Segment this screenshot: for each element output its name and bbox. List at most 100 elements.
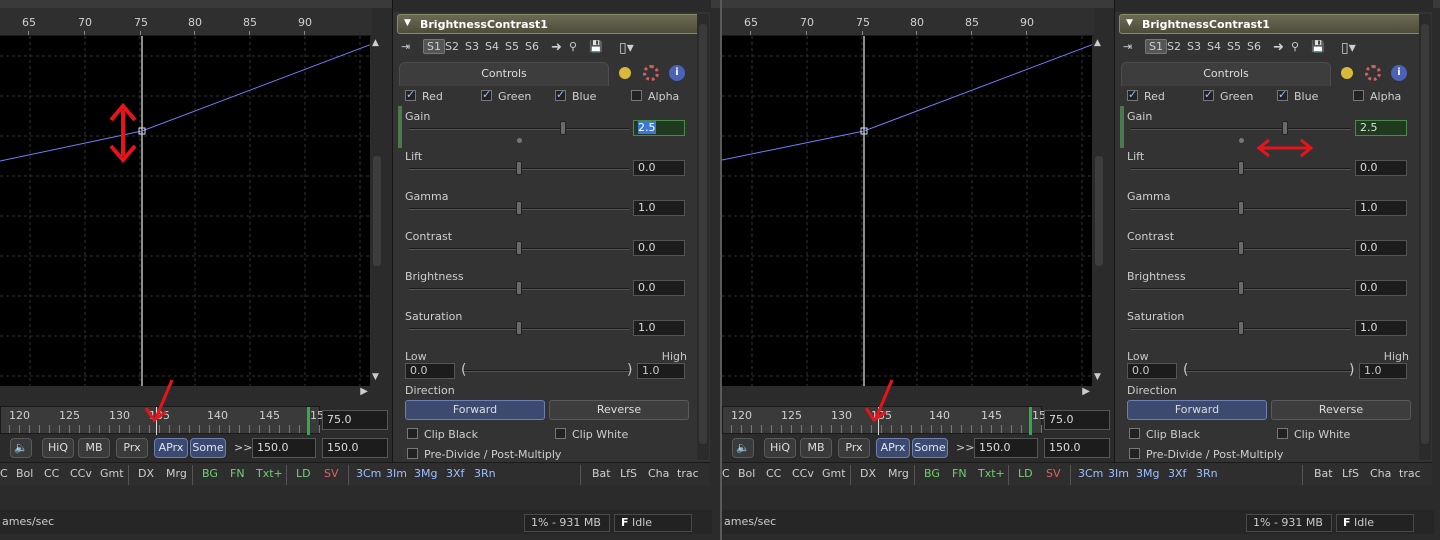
scroll-thumb[interactable] [1421, 24, 1429, 444]
save-icon[interactable]: 💾 [1311, 40, 1325, 53]
mb-button[interactable]: MB [78, 438, 110, 458]
param-value-field[interactable]: 1.0 [1355, 320, 1407, 336]
slider-knob[interactable] [1238, 241, 1244, 255]
version-slot[interactable]: S6 [525, 40, 539, 53]
some-button[interactable]: Some [912, 438, 948, 458]
scroll-down-icon[interactable]: ▼ [372, 372, 379, 382]
blue-checkbox[interactable]: Blue [1277, 88, 1318, 103]
info-icon[interactable]: i [669, 65, 685, 81]
scroll-thumb[interactable] [373, 156, 381, 266]
scroll-thumb[interactable] [1095, 156, 1103, 266]
toolbar-item[interactable]: 3Xf [446, 467, 464, 480]
slider-knob[interactable] [1238, 161, 1244, 175]
arrows-label[interactable]: >> [956, 441, 974, 454]
prx-button[interactable]: Prx [116, 438, 148, 458]
high-value-field[interactable]: 1.0 [1359, 363, 1407, 379]
toolbar-item[interactable]: CCv [70, 467, 92, 480]
hiq-button[interactable]: HiQ [42, 438, 74, 458]
graph-vscroll[interactable]: ▲ ▼ [370, 36, 384, 386]
radioactive-icon[interactable] [617, 65, 633, 81]
collapse-triangle-icon[interactable]: ▼ [1126, 18, 1133, 28]
version-slot[interactable]: S5 [1227, 40, 1241, 53]
toolbar-item[interactable]: Txt+ [256, 467, 283, 480]
high-value-field[interactable]: 1.0 [637, 363, 685, 379]
toolbar-item[interactable]: DX [860, 467, 876, 480]
param-value-field[interactable]: 2.5 [633, 120, 685, 136]
low-value-field[interactable]: 0.0 [405, 363, 455, 379]
toolbar-item[interactable]: CC [44, 467, 59, 480]
green-checkbox[interactable]: Green [1203, 88, 1253, 103]
param-value-field[interactable]: 1.0 [633, 320, 685, 336]
toolbar-item[interactable]: trac [677, 467, 699, 480]
render-end-marker[interactable] [1029, 407, 1032, 435]
toolbar-item[interactable]: BG [202, 467, 218, 480]
slider-knob[interactable] [1238, 281, 1244, 295]
forward-button[interactable]: Forward [1127, 400, 1267, 420]
toolbar-item[interactable]: Bol [16, 467, 33, 480]
slider-knob[interactable] [516, 201, 522, 215]
tab-controls[interactable]: Controls [1121, 62, 1331, 86]
range-track[interactable] [463, 370, 631, 372]
version-slot[interactable]: S4 [485, 40, 499, 53]
version-slot[interactable]: S3 [465, 40, 479, 53]
version-slot[interactable]: S1 [1145, 39, 1167, 54]
version-slot[interactable]: S5 [505, 40, 519, 53]
graph-hscroll[interactable]: ▶ [0, 386, 370, 400]
info-icon[interactable]: i [1391, 65, 1407, 81]
version-slot[interactable]: S1 [423, 39, 445, 54]
mb-button[interactable]: MB [800, 438, 832, 458]
gear-icon[interactable] [1365, 65, 1381, 81]
current-frame-field[interactable]: 75.0 [322, 410, 388, 430]
version-slot[interactable]: S2 [445, 40, 459, 53]
clip-white-checkbox[interactable]: Clip White [1277, 428, 1350, 441]
toolbar-item[interactable]: 3Xf [1168, 467, 1186, 480]
render-end-marker[interactable] [307, 407, 310, 435]
spline-graph[interactable] [722, 36, 1092, 386]
toolbar-item[interactable]: LD [296, 467, 311, 480]
graph-hscroll[interactable]: ▶ [722, 386, 1092, 400]
arrows-label[interactable]: >> [234, 441, 252, 454]
clip-black-checkbox[interactable]: Clip Black [407, 428, 478, 441]
toolbar-item[interactable]: LfS [1342, 467, 1359, 480]
audio-button[interactable]: 🔈 [10, 438, 32, 458]
swatch-icon[interactable]: ▯▾ [619, 40, 634, 56]
range-high-handle[interactable]: ) [627, 362, 632, 378]
collapse-triangle-icon[interactable]: ▼ [404, 18, 411, 28]
global-end-field[interactable]: 150.0 [1044, 438, 1110, 458]
swatch-icon[interactable]: ▯▾ [1341, 40, 1356, 56]
version-slot[interactable]: S6 [1247, 40, 1261, 53]
reverse-button[interactable]: Reverse [549, 400, 689, 420]
param-value-field[interactable]: 0.0 [1355, 160, 1407, 176]
toolbar-item[interactable]: FN [952, 467, 967, 480]
premultiply-checkbox[interactable]: Pre-Divide / Post-Multiply [407, 448, 561, 461]
toolbar-item[interactable]: Cha [648, 467, 669, 480]
arrow-icon[interactable]: ➜ [551, 40, 562, 55]
toolbar-item[interactable]: Cha [1370, 467, 1391, 480]
toolbar-item[interactable]: 3Im [386, 467, 407, 480]
version-slot[interactable]: S3 [1187, 40, 1201, 53]
toolbar-item[interactable]: LD [1018, 467, 1033, 480]
spline-graph[interactable] [0, 36, 370, 386]
param-value-field[interactable]: 0.0 [1355, 240, 1407, 256]
inspector-scrollbar[interactable] [1419, 14, 1431, 460]
scroll-right-icon[interactable]: ▶ [360, 386, 368, 397]
pin-icon[interactable]: ⇥ [1123, 40, 1132, 53]
toolbar-item[interactable]: SV [324, 467, 339, 480]
toolbar-item[interactable]: FN [230, 467, 245, 480]
alpha-checkbox[interactable]: Alpha [1353, 90, 1401, 103]
save-icon[interactable]: 💾 [589, 40, 603, 53]
toolbar-item[interactable]: C [0, 467, 8, 480]
spline-ruler[interactable]: 65 70 75 80 85 90 [722, 8, 1094, 36]
arrow-icon[interactable]: ➜ [1273, 40, 1284, 55]
low-value-field[interactable]: 0.0 [1127, 363, 1177, 379]
toolbar-item[interactable]: Mrg [166, 467, 187, 480]
slider-knob[interactable] [560, 121, 566, 135]
tab-controls[interactable]: Controls [399, 62, 609, 86]
toolbar-item[interactable]: 3Rn [474, 467, 496, 480]
slider-track[interactable] [409, 128, 629, 130]
gear-icon[interactable] [643, 65, 659, 81]
tool-header[interactable]: ▼ BrightnessContrast1 [397, 14, 709, 34]
range-high-handle[interactable]: ) [1349, 362, 1354, 378]
toolbar-item[interactable]: Mrg [888, 467, 909, 480]
range-low-handle[interactable]: ( [461, 362, 466, 378]
